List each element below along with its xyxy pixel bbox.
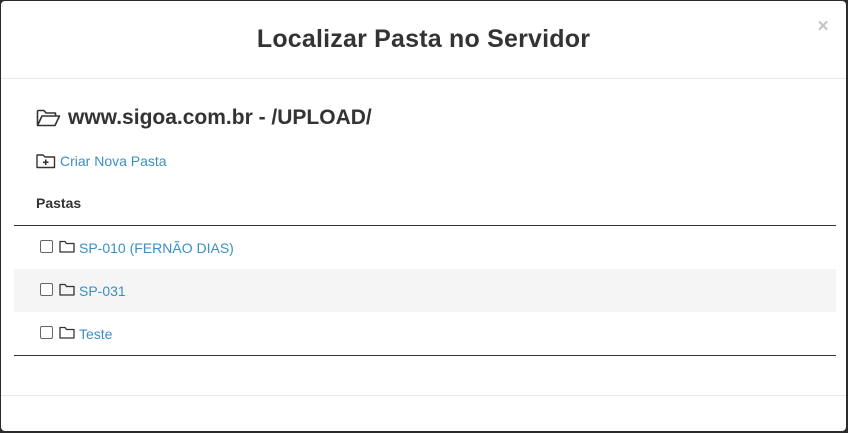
create-folder-link[interactable]: Criar Nova Pasta	[36, 153, 167, 169]
folder-icon	[59, 240, 75, 253]
modal-title: Localizar Pasta no Servidor	[256, 25, 591, 53]
folder-list: SP-010 (FERNÃO DIAS) SP-031 Teste	[14, 225, 836, 356]
folder-open-icon	[36, 109, 61, 127]
modal-body: www.sigoa.com.br - /UPLOAD/ Criar Nova P…	[1, 80, 846, 396]
folders-section-label: Pastas	[36, 195, 82, 211]
modal-header: Localizar Pasta no Servidor ×	[1, 1, 846, 79]
folder-checkbox[interactable]	[40, 240, 53, 253]
folder-checkbox[interactable]	[40, 283, 53, 296]
folder-link[interactable]: SP-031	[79, 283, 126, 299]
folder-icon	[59, 326, 75, 339]
folder-link[interactable]: SP-010 (FERNÃO DIAS)	[79, 240, 234, 256]
current-path-text: www.sigoa.com.br - /UPLOAD/	[68, 106, 372, 129]
folder-icon	[59, 283, 75, 296]
folder-row: Teste	[14, 312, 836, 355]
folder-picker-modal: Localizar Pasta no Servidor × www.sigoa.…	[1, 1, 846, 431]
close-button[interactable]: ×	[816, 17, 830, 37]
folder-row: SP-031	[14, 269, 836, 312]
folder-row: SP-010 (FERNÃO DIAS)	[14, 226, 836, 269]
current-path-heading: www.sigoa.com.br - /UPLOAD/	[36, 106, 372, 130]
create-folder-label: Criar Nova Pasta	[60, 153, 167, 169]
folder-plus-icon	[36, 154, 56, 169]
folder-checkbox[interactable]	[40, 326, 53, 339]
folder-link[interactable]: Teste	[79, 326, 112, 342]
